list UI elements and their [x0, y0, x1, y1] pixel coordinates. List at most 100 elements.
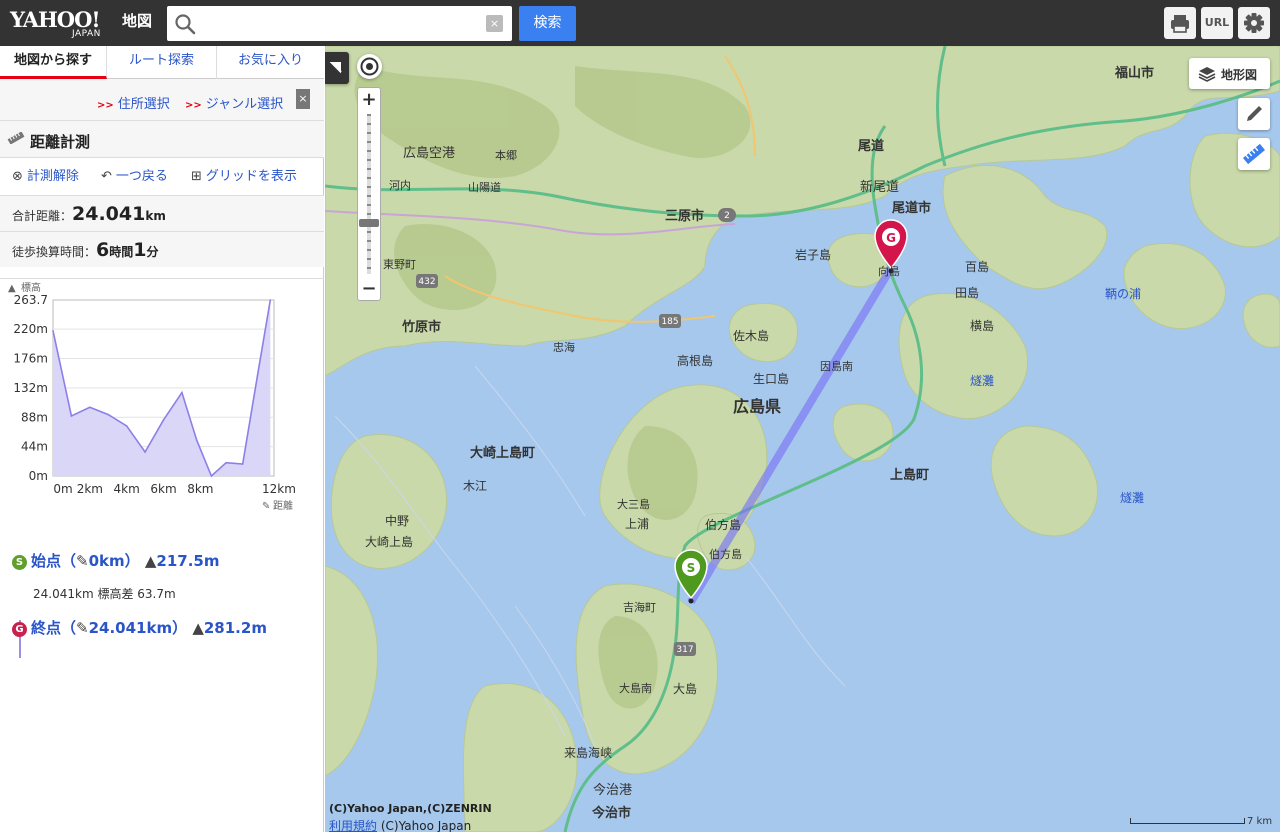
yahoo-japan-logo[interactable]: YAHOO! JAPAN 地図 — [10, 7, 160, 39]
label-hiroshima-pref: 広島県 — [733, 397, 781, 416]
side-panel: 地図から探す ルート探索 お気に入り >> 住所選択 >> ジャンル選択 × 距離計… — [0, 46, 324, 832]
route-2-label: 2 — [724, 211, 730, 221]
start-point-row[interactable]: S 始点（✎0km） ▲217.5m — [12, 550, 220, 571]
show-grid-button[interactable]: ⊞ グリッドを表示 — [191, 165, 297, 184]
svg-text:S: S — [687, 561, 696, 575]
ruler-icon — [7, 132, 25, 144]
label-hiuchinada-1: 燧灘 — [970, 374, 994, 388]
start-label: 始点（ — [31, 552, 77, 570]
elevation-point — [89, 406, 91, 409]
label-hakata-ic: 伯方島 — [709, 547, 742, 561]
tab-favorites[interactable]: お気に入り — [217, 46, 324, 79]
label-kinoura: 木江 — [463, 479, 487, 493]
layers-icon — [1198, 67, 1216, 82]
terms-link[interactable]: 利用規約 — [329, 819, 377, 832]
label-kurushima: 来島海峡 — [564, 745, 612, 760]
map-canvas[interactable]: G S 福山市 尾道市 三原市 竹原市 広島県 大崎上島町 上島町 今治市 今治… — [325, 46, 1280, 832]
tab-route[interactable]: ルート探索 — [107, 46, 217, 79]
label-oshima: 大島 — [673, 681, 697, 696]
scale-bar — [1130, 818, 1245, 824]
print-button[interactable] — [1164, 7, 1196, 39]
grid-icon: ⊞ — [191, 169, 202, 184]
subnav: >> 住所選択 >> ジャンル選択 — [0, 79, 324, 121]
clear-measure-button[interactable]: ⊗ 計測解除 — [12, 165, 79, 184]
y-tick-label: 176m — [13, 352, 48, 366]
end-label: 終点（ — [31, 619, 77, 637]
label-tadanoumi: 忠海 — [553, 340, 575, 354]
x-tick-label: 4km — [114, 482, 140, 496]
walk-time-row: 徒歩換算時間：6時間1分 — [0, 231, 324, 267]
copyright-text-2: (C)Yahoo Japan — [380, 819, 472, 832]
undo-icon: ↶ — [101, 169, 112, 184]
undo-button[interactable]: ↶ 一つ戻る — [101, 165, 168, 184]
label-sakishima: 佐木島 — [733, 328, 769, 343]
elevation-point — [181, 391, 183, 394]
layer-switch-button[interactable]: 地形図 — [1189, 58, 1270, 89]
label-iwashijima: 岩子島 — [795, 247, 831, 262]
start-distance: 0km） — [88, 552, 140, 570]
label-kamiura: 上浦 — [625, 517, 649, 531]
label-oshima-s: 大島南 — [619, 681, 652, 695]
distance-title: 距離計測 — [30, 133, 91, 151]
settings-button[interactable] — [1238, 7, 1270, 39]
x-tick-label: 6km — [150, 482, 176, 496]
elevation-point — [125, 425, 128, 427]
search-icon — [175, 14, 196, 35]
search-button[interactable]: 検索 — [519, 6, 576, 41]
end-elevation: 281.2m — [203, 619, 267, 637]
label-hongo: 本郷 — [495, 148, 517, 162]
elevation-point — [195, 439, 198, 441]
walk-minutes: 1 — [133, 239, 147, 261]
y-tick-label: 220m — [13, 322, 48, 336]
zoom-out-button[interactable]: − — [359, 279, 379, 299]
zoom-in-button[interactable]: + — [359, 90, 379, 110]
y-tick-label: 0m — [29, 469, 48, 483]
search-input[interactable] — [203, 11, 473, 36]
route-317-label: 317 — [676, 645, 693, 655]
measure-tools: ⊗ 計測解除 ↶ 一つ戻る ⊞ グリッドを表示 — [0, 158, 324, 188]
close-panel-button[interactable]: × — [296, 89, 310, 109]
draw-button[interactable] — [1238, 98, 1270, 130]
label-fukuyama: 福山市 — [1114, 65, 1154, 81]
label-ohmishima-ic: 大三島 — [617, 497, 650, 511]
total-distance-value: 24.041 — [72, 203, 146, 225]
ruler-icon-small: ✎ — [262, 501, 270, 512]
label-kamijima: 上島町 — [890, 467, 929, 483]
elevation-point — [162, 419, 165, 421]
label-yoshiumi: 吉海町 — [623, 600, 656, 614]
goal-badge-icon: G — [12, 622, 27, 637]
measure-button[interactable] — [1238, 138, 1270, 170]
end-point-row[interactable]: G 終点（✎24.041km） ▲281.2m — [12, 617, 267, 638]
total-distance-row: 合計距離：24.041km — [0, 195, 324, 231]
genre-select-link[interactable]: >> ジャンル選択 — [185, 93, 283, 112]
x-tick-label: 2km — [77, 482, 103, 496]
route-432-label: 432 — [418, 277, 435, 287]
zoom-slider-track[interactable] — [367, 114, 371, 274]
search-box: × — [167, 6, 512, 41]
elevation-point — [52, 330, 54, 332]
segment-summary: 24.041km 標高差 63.7m — [33, 587, 176, 601]
elevation-point — [256, 375, 259, 377]
elevation-point — [70, 415, 73, 417]
label-ohsaki: 大崎上島 — [365, 534, 413, 549]
total-distance-label: 合計距離： — [12, 209, 73, 223]
current-location-button[interactable] — [357, 54, 382, 79]
y-tick-label: 132m — [13, 381, 48, 395]
label-ikuchi: 生口島 — [753, 371, 789, 386]
label-tomonoura: 鞆の浦 — [1105, 287, 1141, 301]
scale-label: 7 km — [1247, 816, 1273, 827]
tab-search-map[interactable]: 地図から探す — [0, 46, 107, 79]
url-button[interactable]: URL — [1201, 7, 1233, 39]
zoom-slider-handle[interactable] — [359, 219, 379, 227]
address-select-link[interactable]: >> 住所選択 — [97, 93, 170, 112]
x-tick-label: 12km — [262, 482, 296, 496]
start-badge-icon: S — [12, 555, 27, 570]
label-onomichi: 尾道 — [858, 138, 884, 154]
label-takane: 高根島 — [677, 353, 713, 368]
collapse-panel-button[interactable] — [325, 52, 349, 84]
start-pin-icon[interactable]: S — [674, 549, 708, 604]
mountain-icon: ▲ — [144, 552, 157, 570]
clear-search-button[interactable]: × — [486, 15, 503, 32]
y-tick-label: 44m — [21, 440, 48, 454]
tab-bar: 地図から探す ルート探索 お気に入り — [0, 46, 324, 79]
